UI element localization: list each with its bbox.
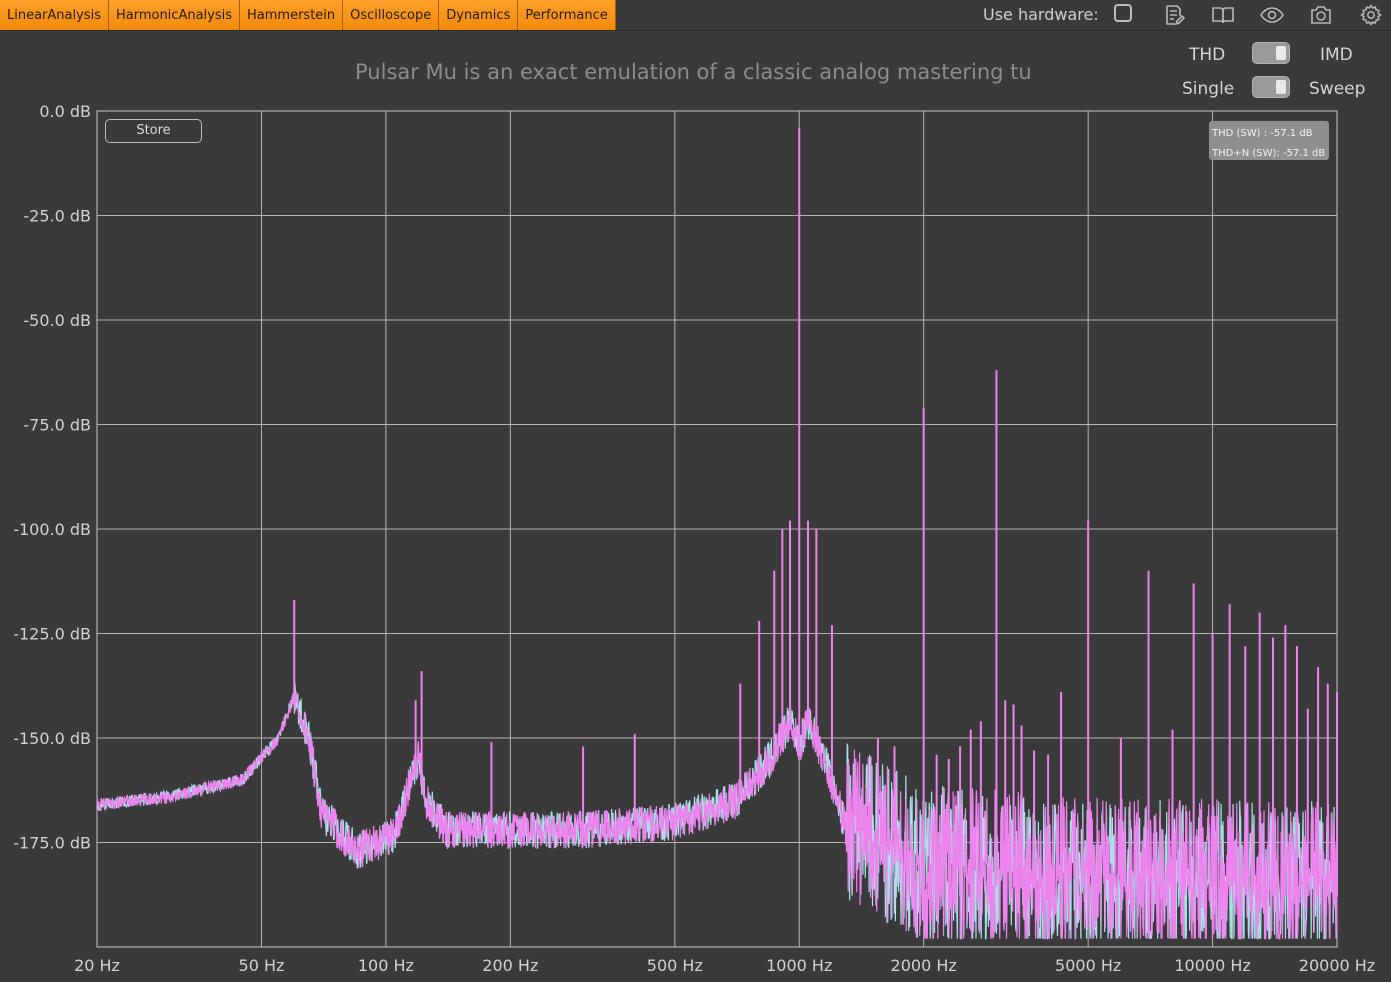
x-tick-label: 2000 Hz (891, 956, 957, 975)
thd-readout: THD (SW) : -57.1 dB (1212, 128, 1313, 139)
trace-pink (96, 691, 1338, 940)
y-tick-label: -100.0 dB (13, 520, 91, 539)
x-tick-label: 50 Hz (239, 956, 285, 975)
x-tick-label: 500 Hz (647, 956, 703, 975)
thdn-readout: THD+N (SW): -57.1 dB (1212, 148, 1326, 159)
distortion-readout: THD (SW) : -57.1 dB THD+N (SW): -57.1 dB (1209, 121, 1329, 160)
y-tick-label: -175.0 dB (13, 834, 91, 853)
y-tick-label: -25.0 dB (23, 207, 91, 226)
x-tick-label: 200 Hz (482, 956, 538, 975)
y-tick-label: -75.0 dB (23, 416, 91, 435)
y-tick-label: -150.0 dB (13, 729, 91, 748)
y-tick-label: -125.0 dB (13, 625, 91, 644)
y-tick-label: 0.0 dB (39, 102, 91, 121)
x-tick-label: 1000 Hz (766, 956, 832, 975)
x-tick-label: 100 Hz (358, 956, 414, 975)
y-tick-label: -50.0 dB (23, 311, 91, 330)
x-tick-label: 10000 Hz (1174, 956, 1250, 975)
x-tick-label: 20 Hz (74, 956, 120, 975)
x-tick-label: 5000 Hz (1055, 956, 1121, 975)
x-tick-label: 20000 Hz (1299, 956, 1375, 975)
store-button[interactable]: Store (105, 119, 202, 143)
spectrum-chart[interactable]: 0.0 dB -25.0 dB -50.0 dB -75.0 dB -100.0 dB -… (0, 0, 1391, 982)
